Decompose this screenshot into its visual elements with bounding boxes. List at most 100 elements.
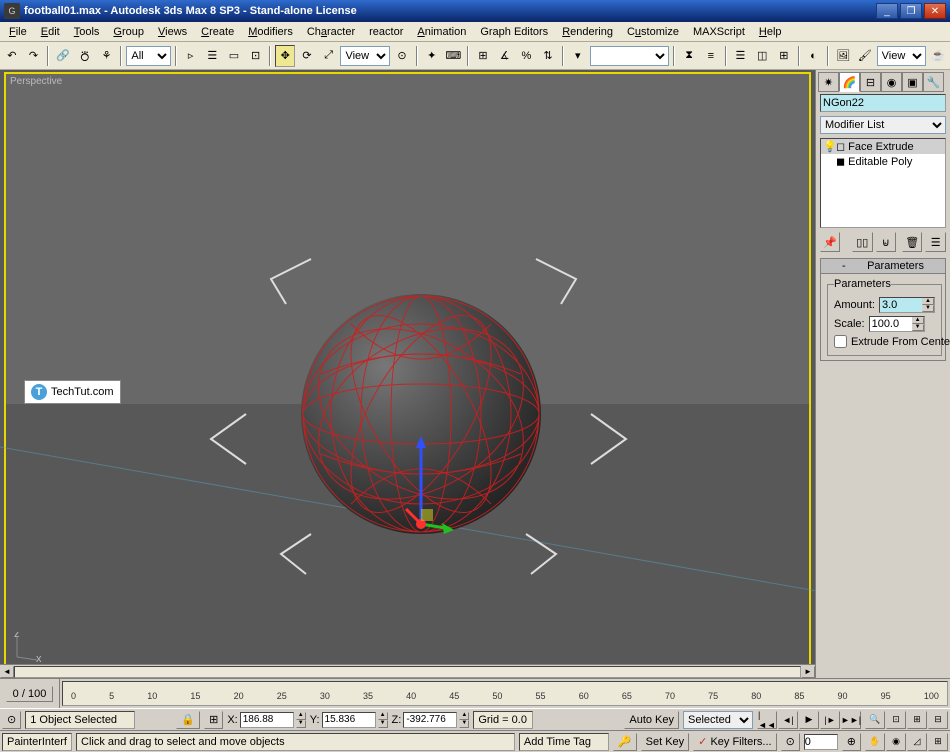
lock-selection-button[interactable]: 🔒 [176, 711, 200, 729]
maximize-button[interactable]: ⊞ [928, 733, 948, 751]
amount-spinner[interactable]: ▲▼ [879, 297, 935, 313]
keyfilters-button[interactable]: ✓ Key Filters... [693, 733, 776, 751]
configure-button[interactable]: ☰ [925, 232, 945, 252]
remove-modifier-button[interactable]: 🗑 [902, 232, 922, 252]
zoom-button[interactable]: 🔍 [865, 711, 885, 729]
rotate-button[interactable]: ⟳ [297, 45, 317, 67]
show-result-button[interactable]: ▯▯ [852, 232, 872, 252]
time-config-button[interactable]: ⊙ [781, 733, 800, 751]
viewport-label[interactable]: Perspective [10, 76, 62, 87]
select-name-button[interactable]: ☰ [202, 45, 222, 67]
close-button[interactable]: ✕ [924, 3, 946, 19]
restore-button[interactable]: ❐ [900, 3, 922, 19]
expand-icon[interactable]: ◻ [836, 140, 845, 153]
zoom-all-button[interactable]: ⊡ [886, 711, 906, 729]
menu-help[interactable]: Help [752, 24, 789, 40]
scroll-left-button[interactable]: ◄ [0, 666, 14, 678]
manipulate-button[interactable]: ✦ [422, 45, 442, 67]
fov-button[interactable]: ◿ [907, 733, 927, 751]
layers-button[interactable]: ☰ [731, 45, 751, 67]
scale-down[interactable]: ▼ [912, 324, 924, 331]
modifier-stack[interactable]: 💡 ◻ Face Extrude ◼ Editable Poly [820, 138, 946, 228]
angle-snap-button[interactable]: ∡ [495, 45, 515, 67]
scale-spinner[interactable]: ▲▼ [869, 316, 925, 332]
unlink-button[interactable]: ⛣ [75, 45, 95, 67]
undo-button[interactable]: ↶ [2, 45, 22, 67]
percent-snap-button[interactable]: % [517, 45, 537, 67]
select-region-button[interactable]: ▭ [224, 45, 244, 67]
quick-render-button[interactable]: 🖌 [855, 45, 875, 67]
scale-input[interactable] [870, 317, 912, 331]
menu-file[interactable]: File [2, 24, 34, 40]
menu-customize[interactable]: Customize [620, 24, 686, 40]
current-frame-input[interactable] [804, 734, 838, 750]
align-button[interactable]: ≡ [701, 45, 721, 67]
time-tag-field[interactable]: Add Time Tag [519, 733, 609, 751]
setkey-button[interactable]: Set Key [641, 733, 690, 751]
curve-editor-button[interactable]: ◫ [752, 45, 772, 67]
listener-toggle[interactable]: ⊙ [2, 711, 21, 729]
menu-views[interactable]: Views [151, 24, 194, 40]
use-center-button[interactable]: ⊙ [392, 45, 412, 67]
rollout-header[interactable]: - Parameters [821, 259, 945, 274]
move-gizmo[interactable] [396, 434, 456, 534]
tab-utilities[interactable]: 🔧 [923, 72, 944, 92]
menu-grapheditors[interactable]: Graph Editors [473, 24, 555, 40]
stack-item-editable-poly[interactable]: ◼ Editable Poly [821, 154, 945, 169]
autokey-button[interactable]: Auto Key [624, 711, 679, 729]
arc-rotate-button[interactable]: ◉ [886, 733, 906, 751]
tab-modify[interactable]: 🌈 [839, 72, 860, 92]
prev-frame-button[interactable]: ◄| [778, 711, 798, 729]
amount-down[interactable]: ▼ [922, 305, 934, 312]
menu-create[interactable]: Create [194, 24, 241, 40]
time-config-2-button[interactable]: ⊕ [842, 733, 861, 751]
next-frame-button[interactable]: |► [820, 711, 840, 729]
zoom-extents-all-button[interactable]: ⊟ [928, 711, 948, 729]
menu-group[interactable]: Group [106, 24, 151, 40]
selection-filter[interactable]: All [126, 46, 170, 66]
menu-character[interactable]: Character [300, 24, 362, 40]
pan-button[interactable]: ✋ [865, 733, 885, 751]
ref-coord-system[interactable]: View [340, 46, 390, 66]
transform-type-button[interactable]: ⊞ [204, 711, 223, 729]
time-slider[interactable]: 0510152025303540455055606570758085909510… [62, 681, 948, 706]
link-button[interactable]: 🔗 [53, 45, 73, 67]
key-mode-select[interactable]: Selected [683, 711, 753, 729]
viewport-area[interactable]: T TechTut.com zx Perspective ◄ ► [0, 70, 815, 678]
named-sets-button[interactable]: ▾ [568, 45, 588, 67]
pin-stack-button[interactable]: 📌 [820, 232, 840, 252]
stack-item-face-extrude[interactable]: 💡 ◻ Face Extrude [821, 139, 945, 154]
menu-rendering[interactable]: Rendering [555, 24, 620, 40]
hscrollbar[interactable] [14, 666, 801, 678]
render-type[interactable]: View [877, 46, 927, 66]
tab-motion[interactable]: ◉ [881, 72, 902, 92]
mirror-button[interactable]: ⧗ [679, 45, 699, 67]
key-icon[interactable]: 🔑 [613, 733, 637, 751]
frame-indicator[interactable]: 0 / 100 [0, 679, 60, 708]
zoom-extents-button[interactable]: ⊞ [907, 711, 927, 729]
scale-up[interactable]: ▲ [912, 317, 924, 324]
redo-button[interactable]: ↷ [24, 45, 44, 67]
menu-reactor[interactable]: reactor [362, 24, 410, 40]
scroll-right-button[interactable]: ► [801, 666, 815, 678]
goto-end-button[interactable]: ►►| [841, 711, 861, 729]
expand-icon[interactable]: ◼ [836, 155, 845, 168]
window-crossing-button[interactable]: ⊡ [246, 45, 266, 67]
extrude-center-checkbox[interactable] [834, 335, 847, 348]
move-button[interactable]: ✥ [275, 45, 295, 67]
amount-input[interactable] [880, 298, 922, 312]
y-input[interactable] [322, 712, 376, 728]
modifier-list[interactable]: Modifier List [820, 116, 946, 134]
menu-animation[interactable]: Animation [410, 24, 473, 40]
render-last-button[interactable]: ☕ [928, 45, 948, 67]
tab-hierarchy[interactable]: ⊟ [860, 72, 881, 92]
unique-button[interactable]: ⊌ [876, 232, 896, 252]
snap-button[interactable]: ⊞ [473, 45, 493, 67]
schematic-button[interactable]: ⊞ [774, 45, 794, 67]
play-button[interactable]: ▶ [799, 711, 819, 729]
select-button[interactable]: ▹ [181, 45, 201, 67]
named-selection[interactable] [590, 46, 670, 66]
goto-start-button[interactable]: |◄◄ [757, 711, 777, 729]
material-editor-button[interactable]: ◐ [804, 45, 824, 67]
menu-maxscript[interactable]: MAXScript [686, 24, 752, 40]
